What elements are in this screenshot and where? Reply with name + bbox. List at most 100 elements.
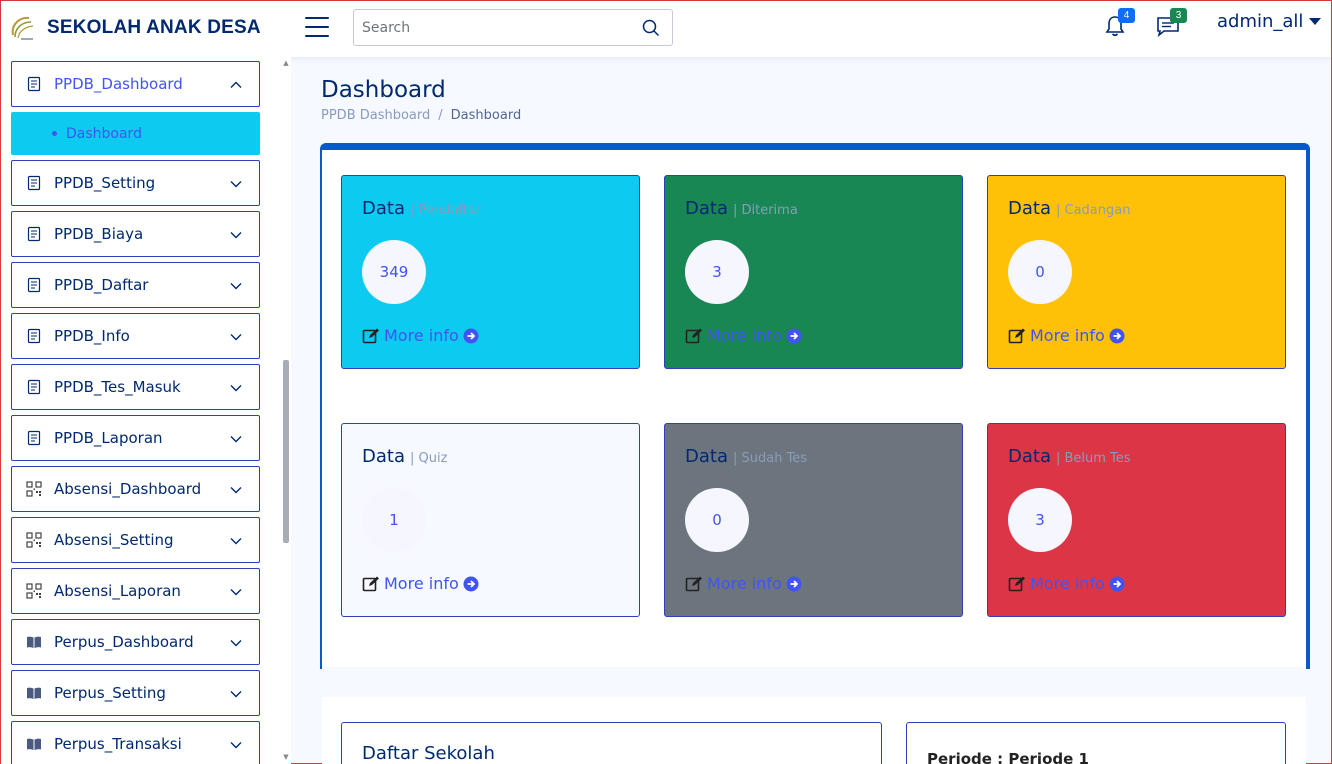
sidebar-item-ppdb-laporan[interactable]: PPDB_Laporan xyxy=(11,415,260,461)
top-header: SEKOLAH ANAK DESA 4 3 admin_all xyxy=(1,1,1331,57)
arrow-right-circle-icon xyxy=(463,328,479,343)
search-bar xyxy=(353,9,673,46)
stat-card-diterima: Data | Diterima 3 More info xyxy=(664,175,963,369)
sidebar-toggle-button[interactable] xyxy=(305,17,329,39)
card-title: Data | Belum Tes xyxy=(1008,446,1131,467)
breadcrumb-current: Dashboard xyxy=(450,108,522,123)
search-button[interactable] xyxy=(630,10,672,45)
sidebar-item-ppdb-daftar[interactable]: PPDB_Daftar xyxy=(11,262,260,308)
arrow-right-circle-icon xyxy=(463,576,479,591)
chevron-down-icon xyxy=(229,584,243,598)
chevron-up-icon xyxy=(229,77,243,91)
profile-dropdown[interactable]: admin_all xyxy=(1217,11,1322,32)
chevron-down-icon xyxy=(229,278,243,292)
sidebar-item-label: PPDB_Daftar xyxy=(54,276,149,294)
more-info-link[interactable]: More info xyxy=(685,326,802,345)
period-card: Periode : Periode 1 xyxy=(906,722,1286,764)
sidebar-item-label: Perpus_Transaksi xyxy=(54,735,182,753)
document-icon xyxy=(26,277,42,293)
search-input[interactable] xyxy=(354,10,630,45)
stat-count: 3 xyxy=(685,240,749,304)
card-title-sub: | Diterima xyxy=(732,203,798,218)
stat-count: 0 xyxy=(1008,240,1072,304)
more-info-link[interactable]: More info xyxy=(685,574,802,593)
bullet-icon xyxy=(52,131,57,136)
stats-panel: Data | Pendaftar 349 More info Data | Diterim… xyxy=(320,143,1310,669)
sidebar: PPDB_Dashboard PPDB_Setting PPDB_Biaya PPDB… xyxy=(1,57,291,764)
card-title: Data | Pendaftar xyxy=(362,198,481,219)
messages-button[interactable]: 3 xyxy=(1156,8,1187,43)
arrow-right-circle-icon xyxy=(786,328,802,343)
qr-code-icon xyxy=(26,583,42,599)
chevron-down-icon xyxy=(229,737,243,751)
edit-icon xyxy=(362,576,379,591)
scroll-down-icon[interactable]: ▼ xyxy=(283,753,289,761)
card-title-sub: | Pendaftar xyxy=(409,203,482,218)
breadcrumb-parent-link[interactable]: PPDB Dashboard xyxy=(321,108,430,123)
stat-count: 349 xyxy=(362,240,426,304)
book-icon xyxy=(26,634,42,650)
sidebar-item-label: PPDB_Biaya xyxy=(54,225,144,243)
edit-icon xyxy=(685,328,702,343)
brand-name: SEKOLAH ANAK DESA xyxy=(47,17,261,38)
card-title-sub: | Sudah Tes xyxy=(732,451,808,466)
sidebar-item-ppdb-tes-masuk[interactable]: PPDB_Tes_Masuk xyxy=(11,364,260,410)
chevron-down-icon xyxy=(229,431,243,445)
sidebar-item-ppdb-setting[interactable]: PPDB_Setting xyxy=(11,160,260,206)
card-title: Data | Diterima xyxy=(685,198,798,219)
more-info-label: More info xyxy=(707,574,782,593)
sidebar-item-label: Absensi_Laporan xyxy=(54,582,181,600)
submenu-item-dashboard[interactable]: Dashboard xyxy=(11,112,260,155)
card-title: Data | Sudah Tes xyxy=(685,446,807,467)
stat-count: 1 xyxy=(362,488,426,552)
chevron-down-icon xyxy=(229,686,243,700)
sidebar-item-label: Absensi_Dashboard xyxy=(54,480,202,498)
more-info-link[interactable]: More info xyxy=(362,326,479,345)
sidebar-scrollbar[interactable] xyxy=(283,360,289,543)
breadcrumb: PPDB Dashboard / Dashboard xyxy=(321,108,521,123)
qr-code-icon xyxy=(26,481,42,497)
sidebar-item-ppdb-biaya[interactable]: PPDB_Biaya xyxy=(11,211,260,257)
stat-count: 3 xyxy=(1008,488,1072,552)
logo-icon xyxy=(11,16,34,40)
more-info-label: More info xyxy=(1030,574,1105,593)
more-info-label: More info xyxy=(384,326,459,345)
sidebar-item-perpus-setting[interactable]: Perpus_Setting xyxy=(11,670,260,716)
stat-card-belum-tes: Data | Belum Tes 3 More info xyxy=(987,423,1286,617)
book-icon xyxy=(26,736,42,752)
sidebar-item-label: Perpus_Dashboard xyxy=(54,633,194,651)
chevron-down-icon xyxy=(229,380,243,394)
card-title-main: Data xyxy=(362,198,405,219)
breadcrumb-separator: / xyxy=(438,108,443,123)
sidebar-item-perpus-transaksi[interactable]: Perpus_Transaksi xyxy=(11,721,260,764)
sidebar-item-ppdb-dashboard[interactable]: PPDB_Dashboard xyxy=(11,61,260,107)
card-title-main: Data xyxy=(1008,446,1051,467)
more-info-label: More info xyxy=(707,326,782,345)
document-icon xyxy=(26,328,42,344)
messages-badge: 3 xyxy=(1170,8,1187,23)
sidebar-item-ppdb-info[interactable]: PPDB_Info xyxy=(11,313,260,359)
sidebar-item-absensi-laporan[interactable]: Absensi_Laporan xyxy=(11,568,260,614)
notifications-button[interactable]: 4 xyxy=(1104,8,1135,43)
sidebar-item-absensi-dashboard[interactable]: Absensi_Dashboard xyxy=(11,466,260,512)
card-title-main: Data xyxy=(362,446,405,467)
edit-icon xyxy=(685,576,702,591)
sidebar-item-label: PPDB_Info xyxy=(54,327,130,345)
document-icon xyxy=(26,430,42,446)
notifications-badge: 4 xyxy=(1118,8,1135,23)
edit-icon xyxy=(1008,328,1025,343)
card-title-sub: | Quiz xyxy=(409,451,448,466)
more-info-link[interactable]: More info xyxy=(1008,574,1125,593)
sidebar-item-label: PPDB_Setting xyxy=(54,174,156,192)
sidebar-item-perpus-dashboard[interactable]: Perpus_Dashboard xyxy=(11,619,260,665)
sidebar-item-label: Perpus_Setting xyxy=(54,684,166,702)
more-info-link[interactable]: More info xyxy=(362,574,479,593)
stat-card-pendaftar: Data | Pendaftar 349 More info xyxy=(341,175,640,369)
card-title-main: Data xyxy=(685,446,728,467)
scroll-up-icon[interactable]: ▲ xyxy=(283,59,289,67)
arrow-right-circle-icon xyxy=(1109,328,1125,343)
sidebar-item-absensi-setting[interactable]: Absensi_Setting xyxy=(11,517,260,563)
brand-logo[interactable]: SEKOLAH ANAK DESA xyxy=(9,13,261,43)
more-info-link[interactable]: More info xyxy=(1008,326,1125,345)
chevron-down-icon xyxy=(229,533,243,547)
